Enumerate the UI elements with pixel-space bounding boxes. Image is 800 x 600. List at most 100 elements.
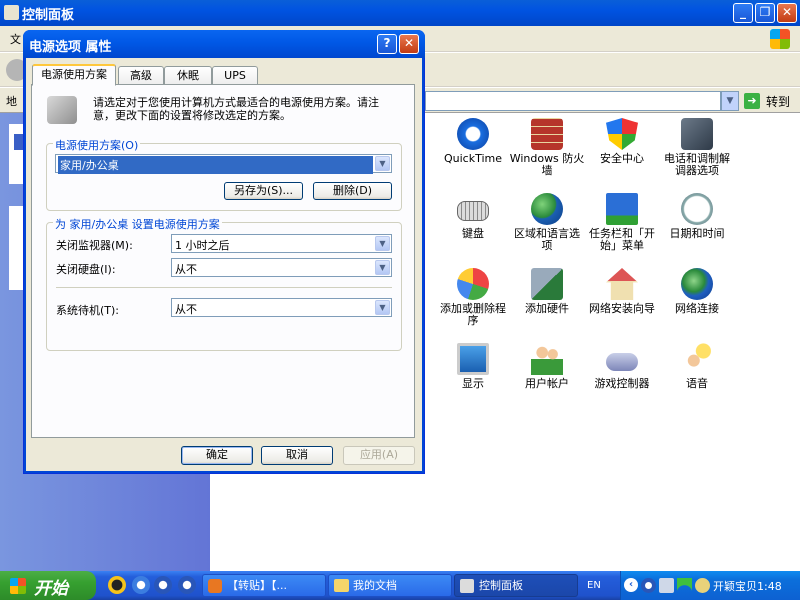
harddisk-select-value: 从不 — [175, 263, 197, 276]
chevron-down-icon[interactable]: ▼ — [375, 236, 390, 251]
cp-item-keyboard[interactable]: 键盘 — [435, 193, 511, 240]
cp-item-label: 语音 — [686, 377, 708, 390]
cp-item-label: 网络安装向导 — [589, 302, 655, 315]
dialog-title: 电源选项 属性 — [29, 40, 112, 55]
globe-icon — [531, 193, 563, 225]
settings-divider — [56, 287, 392, 288]
save-as-button[interactable]: 另存为(S)... — [224, 182, 303, 200]
tab-advanced[interactable]: 高级 — [118, 66, 164, 86]
windows-logo-icon — [10, 578, 26, 594]
display-icon — [457, 343, 489, 375]
cp-item-game-controllers[interactable]: 游戏控制器 — [584, 343, 660, 390]
scheme-group-label: 电源使用方案(O) — [53, 137, 141, 153]
chevron-down-icon[interactable]: ▼ — [375, 300, 390, 315]
users-icon — [531, 343, 563, 375]
cp-item-label: 添加或删除程序 — [440, 302, 506, 327]
browser-icon[interactable] — [132, 576, 150, 594]
intro-text: 请选定对于您使用计算机方式最适合的电源使用方案。请注意，更改下面的设置将修改选定… — [93, 96, 379, 122]
control-panel-title-bar[interactable]: 控制面板 _ ❐ ✕ — [0, 0, 800, 26]
cp-item-add-remove[interactable]: 添加或删除程序 — [435, 268, 511, 327]
cp-item-label: Windows 防火墙 — [509, 152, 585, 177]
tray-app-icon[interactable] — [695, 578, 710, 593]
cancel-button[interactable]: 取消 — [261, 446, 333, 465]
cp-item-label: 安全中心 — [600, 152, 644, 165]
add-remove-icon — [457, 268, 489, 300]
maxthon-icon[interactable] — [154, 576, 172, 594]
harddisk-select[interactable]: 从不 ▼ — [171, 258, 392, 277]
minimize-button[interactable]: _ — [733, 3, 753, 23]
monitor-select-value: 1 小时之后 — [175, 239, 230, 252]
firewall-icon — [531, 118, 563, 150]
delete-button[interactable]: 删除(D) — [313, 182, 392, 200]
cp-item-network-wizard[interactable]: 网络安装向导 — [584, 268, 660, 315]
tab-ups[interactable]: UPS — [212, 66, 258, 86]
cp-item-firewall[interactable]: Windows 防火墙 — [509, 118, 585, 177]
tray-umbrella-icon[interactable] — [677, 578, 692, 593]
folder-icon — [334, 579, 349, 592]
harddisk-label: 关闭硬盘(I): — [56, 263, 116, 276]
cp-item-label: 键盘 — [462, 227, 484, 240]
close-button[interactable]: ✕ — [777, 3, 797, 23]
tray-expand-icon[interactable]: ‹ — [624, 578, 638, 592]
standby-select[interactable]: 从不 ▼ — [171, 298, 392, 317]
tray-maxthon-icon[interactable] — [641, 578, 656, 593]
security-center-icon — [606, 118, 638, 150]
windows-logo-icon — [770, 29, 790, 49]
cp-item-date-time[interactable]: 日期和时间 — [659, 193, 735, 240]
cp-item-taskbar-start[interactable]: 任务栏和「开始」菜单 — [584, 193, 660, 252]
phone-modem-icon — [681, 118, 713, 150]
cp-item-user-accounts[interactable]: 用户帐户 — [509, 343, 585, 390]
start-button[interactable]: 开始 — [0, 571, 96, 600]
cp-item-display[interactable]: 显示 — [435, 343, 511, 390]
qq-icon[interactable] — [108, 576, 126, 594]
settings-group-label: 为 家用/办公桌 设置电源使用方案 — [53, 216, 222, 232]
cp-item-label: 电话和调制解调器选项 — [664, 152, 730, 177]
cp-item-label: QuickTime — [443, 152, 503, 165]
address-input[interactable] — [425, 91, 721, 111]
cp-item-label: 用户帐户 — [525, 377, 569, 390]
help-button[interactable]: ? — [377, 34, 397, 54]
start-label: 开始 — [34, 579, 68, 599]
quicktime-icon — [457, 118, 489, 150]
taskbar-icon — [606, 193, 638, 225]
keyboard-icon — [457, 201, 489, 221]
cp-item-add-hardware[interactable]: 添加硬件 — [509, 268, 585, 315]
language-indicator[interactable]: EN — [587, 580, 601, 591]
dialog-close-button[interactable]: ✕ — [399, 34, 419, 54]
scheme-select-value: 家用/办公桌 — [58, 156, 373, 174]
tab-hibernate[interactable]: 休眠 — [164, 66, 212, 86]
cp-item-quicktime[interactable]: QuickTime — [435, 118, 511, 165]
cp-item-region-language[interactable]: 区域和语言选项 — [509, 193, 585, 252]
network-icon — [681, 268, 713, 300]
scheme-select[interactable]: 家用/办公桌 ▼ — [55, 154, 392, 174]
standby-label: 系统待机(T): — [56, 304, 120, 317]
gamepad-icon — [606, 353, 638, 371]
chevron-down-icon[interactable]: ▼ — [375, 260, 390, 275]
tray-network-icon[interactable] — [659, 578, 674, 593]
menu-item-file[interactable]: 文 — [10, 31, 21, 47]
cp-item-security-center[interactable]: 安全中心 — [584, 118, 660, 165]
monitor-select[interactable]: 1 小时之后 ▼ — [171, 234, 392, 253]
control-panel-title: 控制面板 — [22, 8, 75, 23]
address-label: 地 — [6, 95, 17, 108]
apply-button[interactable]: 应用(A) — [343, 446, 415, 465]
cp-item-label: 日期和时间 — [669, 227, 725, 240]
tab-power-schemes-active[interactable]: 电源使用方案 — [32, 64, 116, 86]
quicklaunch-extra-icon[interactable] — [178, 576, 196, 594]
dialog-title-bar[interactable]: 电源选项 属性 ? ✕ — [23, 30, 425, 58]
system-tray: ‹ 开颖宝贝1:48 — [620, 571, 800, 600]
speech-icon — [681, 343, 713, 375]
cp-item-speech[interactable]: 语音 — [659, 343, 735, 390]
tray-clock[interactable]: 开颖宝贝1:48 — [713, 578, 782, 594]
cp-item-label: 网络连接 — [675, 302, 719, 315]
chevron-down-icon[interactable]: ▼ — [375, 156, 390, 171]
go-button-label[interactable]: 转到 — [766, 93, 790, 110]
cp-item-network-connections[interactable]: 网络连接 — [659, 268, 735, 315]
go-arrow-icon[interactable]: ➜ — [744, 93, 760, 109]
cp-item-phone-modem[interactable]: 电话和调制解调器选项 — [659, 118, 735, 177]
maximize-button[interactable]: ❐ — [755, 3, 775, 23]
cp-item-label: 显示 — [462, 377, 484, 390]
ok-button[interactable]: 确定 — [181, 446, 253, 465]
cp-item-label: 添加硬件 — [525, 302, 569, 315]
address-dropdown-button[interactable]: ▼ — [721, 91, 739, 111]
